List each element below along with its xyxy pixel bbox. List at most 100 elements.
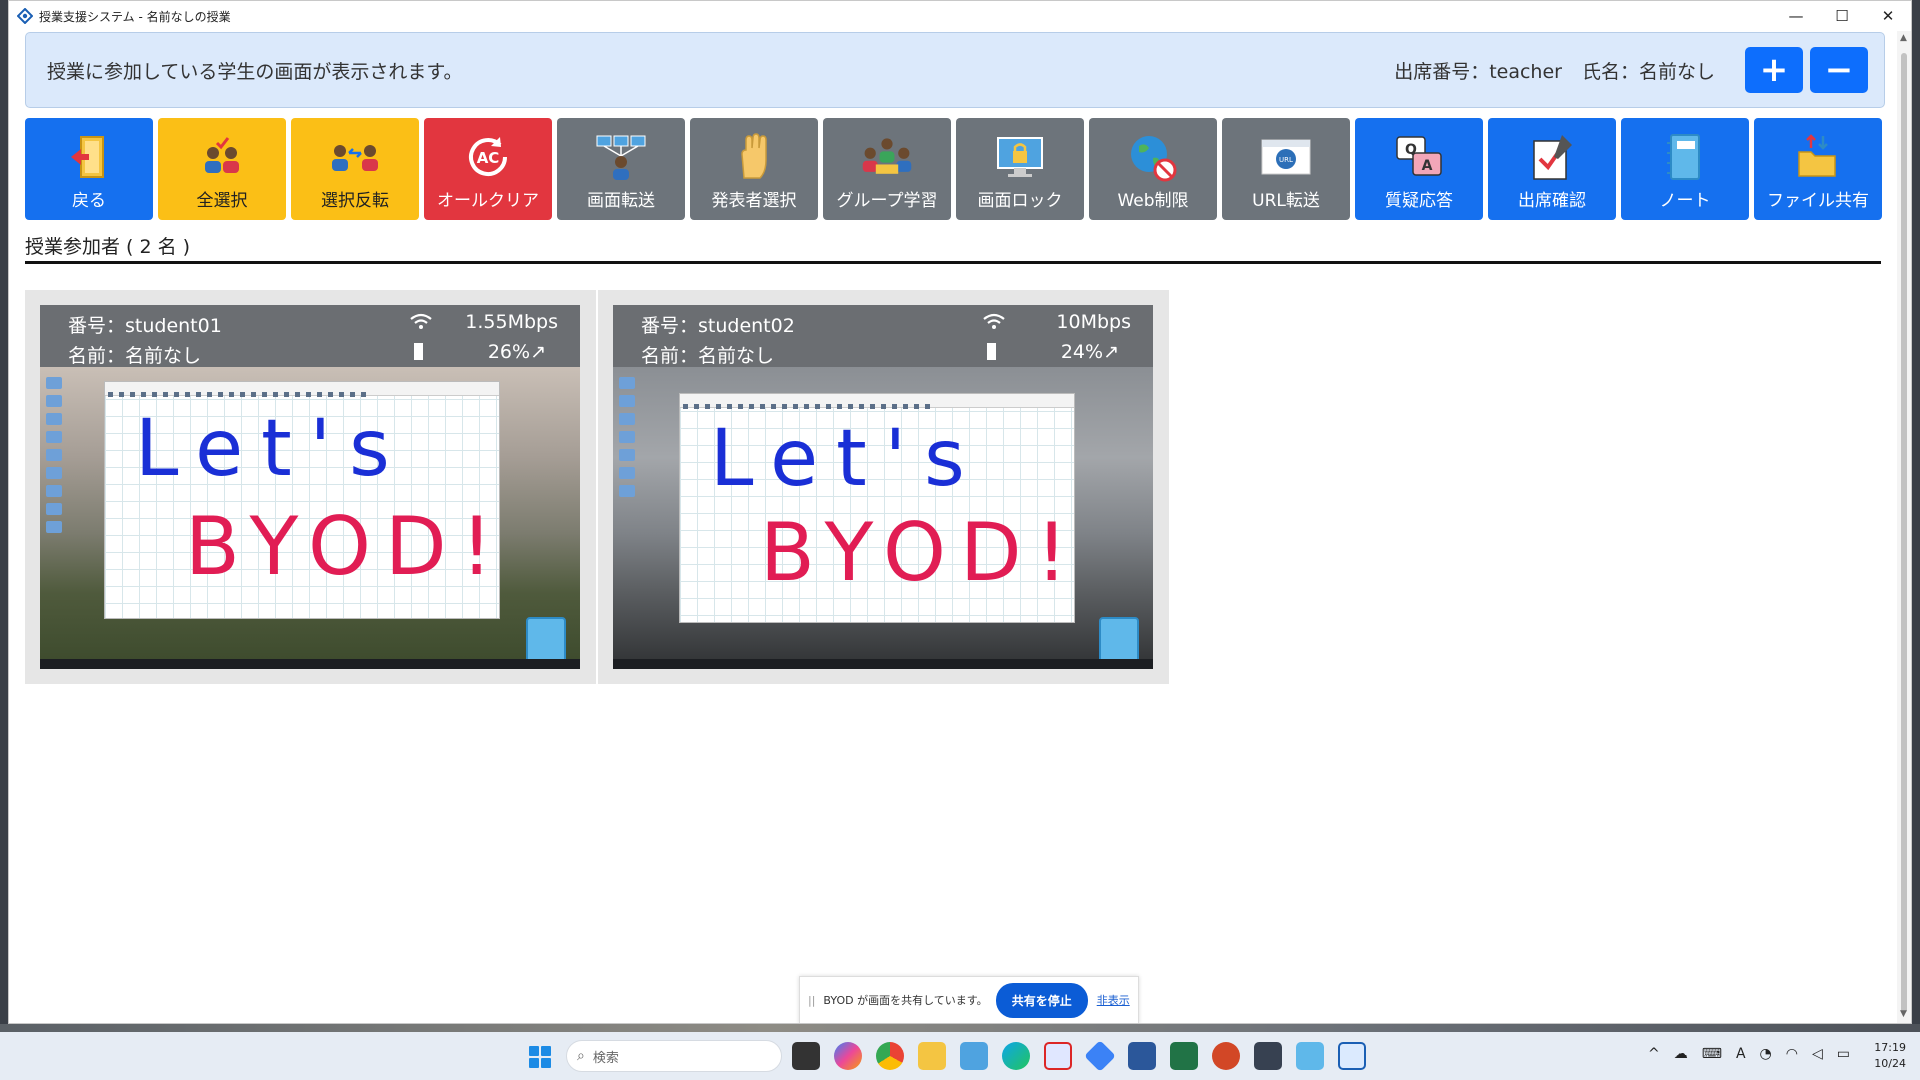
- invert-selection-button[interactable]: 選択反転: [291, 118, 419, 220]
- banner-message: 授業に参加している学生の画面が表示されます。: [47, 60, 463, 83]
- hide-link[interactable]: 非表示: [1097, 992, 1130, 1008]
- wifi-icon: [410, 313, 432, 329]
- screen-transfer-label: 画面転送: [587, 191, 655, 211]
- file-share-button[interactable]: ファイル共有: [1754, 118, 1882, 220]
- url-transfer-button[interactable]: URL URL転送: [1222, 118, 1350, 220]
- copilot-icon[interactable]: [834, 1042, 862, 1070]
- minimize-button[interactable]: —: [1773, 1, 1819, 31]
- stop-sharing-button[interactable]: 共有を停止: [995, 982, 1088, 1018]
- class-support-app-icon[interactable]: [1338, 1042, 1366, 1070]
- word-icon[interactable]: [1128, 1042, 1156, 1070]
- whiteboard-window: Let's BYOD!: [104, 381, 500, 619]
- student-screen-thumbnail[interactable]: Let's BYOD!: [613, 367, 1153, 669]
- zoom-in-button[interactable]: +: [1745, 47, 1803, 93]
- screen-lock-label: 画面ロック: [977, 191, 1063, 211]
- system-tray: ^ ☁ ⌨ A ◔ ◠ ◁ ▭: [1648, 1046, 1850, 1062]
- camera-icon[interactable]: [1254, 1042, 1282, 1070]
- zoom-out-button[interactable]: −: [1810, 47, 1868, 93]
- app-diamond-icon[interactable]: [1084, 1040, 1116, 1072]
- qa-button[interactable]: QA 質疑応答: [1355, 118, 1483, 220]
- scroll-thumb[interactable]: [1901, 53, 1907, 1013]
- screen-lock-icon: [992, 130, 1048, 184]
- notepad-icon[interactable]: [1296, 1042, 1324, 1070]
- notebook-overlay-icon: [1099, 617, 1139, 663]
- clock-time: 17:19: [1874, 1041, 1906, 1054]
- door-exit-icon: [61, 130, 117, 184]
- presenter-select-label: 発表者選択: [711, 191, 797, 211]
- all-clear-button[interactable]: AC オールクリア: [424, 118, 552, 220]
- start-menu-icon[interactable]: [529, 1046, 551, 1068]
- info-banner: 授業に参加している学生の画面が表示されます。 出席番号：teacher 氏名：名…: [25, 32, 1885, 108]
- app-window: 授業支援システム - 名前なしの授業 — ☐ ✕ ▲ ▼ 授業に参加している学生…: [8, 0, 1912, 1024]
- desktop-icons: [617, 371, 653, 503]
- heading-divider: [25, 261, 1881, 264]
- invert-selection-icon: [327, 130, 383, 184]
- wifi-tray-icon[interactable]: ◠: [1786, 1046, 1798, 1062]
- all-clear-label: オールクリア: [437, 191, 539, 211]
- student-name: 名前：名前なし: [641, 345, 775, 367]
- search-icon: ⌕: [577, 1048, 585, 1064]
- url-transfer-icon: URL: [1258, 130, 1314, 184]
- battery-icon: [414, 343, 423, 360]
- student-screen-thumbnail[interactable]: Let's BYOD!: [40, 367, 580, 669]
- student-card[interactable]: 番号：student02 名前：名前なし 10Mbps 24%↗ Let's B…: [598, 290, 1169, 684]
- taskbar-search[interactable]: ⌕ 検索: [566, 1040, 782, 1072]
- group-learning-button[interactable]: グループ学習: [823, 118, 951, 220]
- maximize-button[interactable]: ☐: [1819, 1, 1865, 31]
- back-button[interactable]: 戻る: [25, 118, 153, 220]
- web-restrict-label: Web制限: [1117, 191, 1189, 211]
- ime-indicator[interactable]: A: [1736, 1046, 1746, 1062]
- screen-lock-button[interactable]: 画面ロック: [956, 118, 1084, 220]
- task-view-icon[interactable]: [792, 1042, 820, 1070]
- drag-handle[interactable]: ||: [808, 994, 815, 1007]
- student-id: 番号：student01: [68, 315, 222, 337]
- tray-overflow-icon[interactable]: ^: [1648, 1046, 1660, 1062]
- battery-tray-icon[interactable]: ▭: [1837, 1046, 1850, 1062]
- student-card-header: 番号：student01 名前：名前なし 1.55Mbps 26%↗: [40, 305, 580, 367]
- whiteboard-handwriting-line2: BYOD!: [185, 500, 507, 593]
- snipping-tool-icon[interactable]: [1044, 1042, 1072, 1070]
- excel-icon[interactable]: [1170, 1042, 1198, 1070]
- close-button[interactable]: ✕: [1865, 1, 1911, 31]
- battery-icon: [987, 343, 996, 360]
- notebook-icon: [1657, 130, 1713, 184]
- file-share-label: ファイル共有: [1767, 191, 1869, 211]
- svg-text:A: A: [1422, 158, 1433, 174]
- student-taskbar: [40, 659, 580, 669]
- notebook-label: ノート: [1659, 191, 1711, 211]
- invert-selection-label: 選択反転: [321, 191, 389, 211]
- search-placeholder: 検索: [592, 1050, 619, 1066]
- network-speed: 1.55Mbps: [465, 311, 558, 333]
- update-icon[interactable]: ◔: [1760, 1046, 1772, 1062]
- volume-icon[interactable]: ◁: [1812, 1046, 1823, 1062]
- powerpoint-icon[interactable]: [1212, 1042, 1240, 1070]
- web-restrict-button[interactable]: Web制限: [1089, 118, 1217, 220]
- student-card-header: 番号：student02 名前：名前なし 10Mbps 24%↗: [613, 305, 1153, 367]
- edge-icon[interactable]: [1002, 1042, 1030, 1070]
- scroll-up-icon[interactable]: ▲: [1900, 33, 1907, 43]
- select-all-users-icon: [194, 130, 250, 184]
- title-bar: 授業支援システム - 名前なしの授業 — ☐ ✕: [9, 1, 1911, 31]
- screen-transfer-button[interactable]: 画面転送: [557, 118, 685, 220]
- select-all-button[interactable]: 全選択: [158, 118, 286, 220]
- user-name: 氏名：名前なし: [1581, 60, 1715, 83]
- scroll-down-icon[interactable]: ▼: [1900, 1009, 1907, 1019]
- attendance-check-button[interactable]: 出席確認: [1488, 118, 1616, 220]
- share-message: BYOD が画面を共有しています。: [823, 994, 988, 1007]
- group-learning-label: グループ学習: [836, 191, 938, 211]
- chrome-icon[interactable]: [876, 1042, 904, 1070]
- onedrive-icon[interactable]: ☁: [1674, 1046, 1688, 1062]
- remote-desktop-icon[interactable]: [960, 1042, 988, 1070]
- all-clear-icon: AC: [460, 130, 516, 184]
- presenter-select-button[interactable]: 発表者選択: [690, 118, 818, 220]
- student-card[interactable]: 番号：student01 名前：名前なし 1.55Mbps 26%↗ Let's…: [25, 290, 596, 684]
- main-toolbar: 戻る 全選択 選択反転 AC オールクリア 画面転送 発表者選択 グループ学習: [25, 118, 1897, 220]
- keyboard-icon[interactable]: ⌨: [1702, 1046, 1722, 1062]
- clock[interactable]: 17:19 10/24: [1874, 1040, 1906, 1072]
- student-id: 番号：student02: [641, 315, 795, 337]
- vertical-scrollbar[interactable]: ▲ ▼: [1897, 31, 1911, 1023]
- file-explorer-icon[interactable]: [918, 1042, 946, 1070]
- notebook-button[interactable]: ノート: [1621, 118, 1749, 220]
- battery-percent: 26%↗: [487, 341, 546, 363]
- taskbar-apps: [792, 1040, 1366, 1072]
